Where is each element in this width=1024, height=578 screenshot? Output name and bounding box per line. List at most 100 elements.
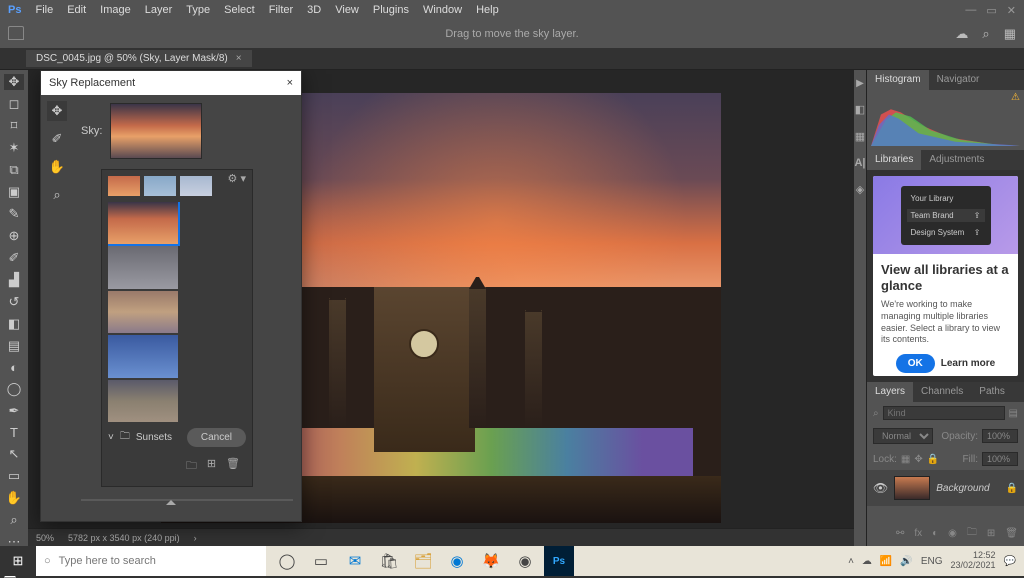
- eraser-tool[interactable]: ◧: [4, 316, 24, 332]
- frame-tool[interactable]: ▣: [4, 184, 24, 200]
- chevron-down-icon[interactable]: ˅: [108, 432, 114, 443]
- mask-icon[interactable]: ◐: [932, 528, 938, 539]
- cortana-icon[interactable]: ◯: [272, 546, 302, 576]
- zoom-level[interactable]: 50%: [36, 533, 54, 543]
- group-icon[interactable]: 🗀: [967, 525, 977, 542]
- sky-thumb-selected[interactable]: [108, 202, 178, 244]
- crop-tool[interactable]: ⧉: [4, 162, 24, 178]
- menu-edit[interactable]: Edit: [67, 4, 86, 16]
- trash-icon[interactable]: 🗑: [1005, 528, 1018, 539]
- dialog-close-icon[interactable]: ×: [287, 77, 293, 89]
- warning-icon[interactable]: ⚠: [1011, 92, 1020, 103]
- chrome-icon[interactable]: ◉: [510, 546, 540, 576]
- learn-more-link[interactable]: Learn more: [941, 358, 995, 369]
- workspace-icon[interactable]: ▦: [1004, 26, 1016, 42]
- folder-label[interactable]: Sunsets: [136, 432, 172, 443]
- lasso-tool[interactable]: ⌑: [4, 118, 24, 134]
- ok-button[interactable]: OK: [896, 354, 935, 373]
- zoom-tool[interactable]: ⌕: [4, 512, 24, 528]
- search-icon[interactable]: ⌕: [982, 26, 989, 42]
- taskbar-clock[interactable]: 12:52 23/02/2021: [951, 551, 996, 571]
- blur-tool[interactable]: ◐: [4, 360, 24, 375]
- tab-paths[interactable]: Paths: [971, 382, 1013, 402]
- blend-mode-select[interactable]: Normal: [873, 428, 933, 444]
- sky-thumb[interactable]: [108, 291, 178, 333]
- link-icon[interactable]: ⚯: [896, 528, 904, 539]
- color-panel-icon[interactable]: ◧: [855, 103, 865, 116]
- sky-preset-thumb[interactable]: [180, 176, 212, 196]
- menu-file[interactable]: File: [35, 4, 53, 16]
- move-tool[interactable]: ✥: [4, 74, 24, 90]
- path-tool[interactable]: ↖: [4, 446, 24, 462]
- new-folder-icon[interactable]: 🗀: [186, 457, 197, 476]
- window-restore-icon[interactable]: ▭: [986, 4, 996, 17]
- tab-channels[interactable]: Channels: [913, 382, 971, 402]
- gradient-tool[interactable]: ▤: [4, 338, 24, 354]
- dodge-tool[interactable]: ◯: [4, 381, 24, 397]
- type-tool[interactable]: T: [4, 425, 24, 440]
- volume-icon[interactable]: 🔊: [900, 556, 912, 567]
- stamp-tool[interactable]: ▟: [4, 272, 24, 288]
- sky-preview-thumb[interactable]: [110, 103, 202, 159]
- tab-libraries[interactable]: Libraries: [867, 150, 921, 170]
- menu-window[interactable]: Window: [423, 4, 462, 16]
- onedrive-icon[interactable]: ☁: [862, 556, 872, 567]
- fill-input[interactable]: [982, 452, 1018, 466]
- import-icon[interactable]: ⊞: [207, 457, 216, 476]
- tab-close-icon[interactable]: ×: [236, 53, 242, 64]
- hand-tool[interactable]: ✋: [4, 490, 24, 506]
- filter-icon[interactable]: ▤: [1009, 408, 1018, 419]
- slider[interactable]: [81, 499, 293, 501]
- adjustment-icon[interactable]: ◉: [948, 528, 957, 539]
- lock-pixels-icon[interactable]: ▦: [901, 454, 910, 465]
- sky-thumb[interactable]: [108, 246, 178, 288]
- marquee-tool[interactable]: ◻: [4, 96, 24, 112]
- menu-help[interactable]: Help: [476, 4, 499, 16]
- menu-layer[interactable]: Layer: [145, 4, 173, 16]
- sky-brush-tool[interactable]: ✐: [47, 129, 67, 149]
- sky-thumb[interactable]: [108, 380, 178, 422]
- sky-preset-thumb[interactable]: [144, 176, 176, 196]
- gear-icon[interactable]: ⚙ ▾: [228, 172, 246, 185]
- edge-icon[interactable]: ◉: [442, 546, 472, 576]
- healing-tool[interactable]: ⊕: [4, 228, 24, 244]
- photoshop-icon[interactable]: Ps: [544, 546, 574, 576]
- window-minimize-icon[interactable]: —: [965, 4, 976, 17]
- menu-filter[interactable]: Filter: [269, 4, 293, 16]
- sky-preset-thumb[interactable]: [108, 176, 140, 196]
- menu-image[interactable]: Image: [100, 4, 131, 16]
- home-icon[interactable]: [8, 26, 24, 40]
- mail-icon[interactable]: ✉: [340, 546, 370, 576]
- type-panel-icon[interactable]: A|: [854, 157, 865, 169]
- document-tab[interactable]: DSC_0045.jpg @ 50% (Sky, Layer Mask/8) ×: [26, 50, 252, 67]
- tab-histogram[interactable]: Histogram: [867, 70, 929, 90]
- wifi-icon[interactable]: 📶: [880, 556, 892, 567]
- taskbar-search[interactable]: ○ Type here to search: [36, 546, 266, 576]
- lang-indicator[interactable]: ENG: [921, 556, 943, 567]
- shape-tool[interactable]: ▭: [4, 468, 24, 484]
- task-view-icon[interactable]: ▭: [306, 546, 336, 576]
- lock-position-icon[interactable]: ✥: [914, 454, 922, 465]
- canvas[interactable]: Sky Replacement × ✥ ✐ ✋ ⌕ Sky: ⚙ ▾: [28, 70, 854, 546]
- lock-all-icon[interactable]: 🔒: [927, 454, 939, 465]
- store-icon[interactable]: 🛍: [374, 546, 404, 576]
- kind-filter[interactable]: [883, 406, 1005, 420]
- firefox-icon[interactable]: 🦊: [476, 546, 506, 576]
- explorer-icon[interactable]: 🗂: [408, 546, 438, 576]
- status-arrow-icon[interactable]: ›: [194, 533, 197, 543]
- new-layer-icon[interactable]: ⊞: [987, 528, 995, 539]
- sky-thumb[interactable]: [108, 335, 178, 377]
- visibility-icon[interactable]: 👁: [873, 481, 888, 495]
- eyedropper-tool[interactable]: ✎: [4, 206, 24, 222]
- fx-icon[interactable]: fx: [914, 528, 922, 539]
- opacity-input[interactable]: [982, 429, 1018, 443]
- sky-hand-tool[interactable]: ✋: [47, 157, 67, 177]
- expand-icon[interactable]: ▶: [856, 78, 864, 89]
- start-button[interactable]: ⊞: [0, 546, 36, 576]
- trash-icon[interactable]: 🗑: [226, 457, 240, 476]
- tab-layers[interactable]: Layers: [867, 382, 913, 402]
- pen-tool[interactable]: ✒: [4, 403, 24, 419]
- cancel-button[interactable]: Cancel: [187, 428, 246, 447]
- menu-type[interactable]: Type: [186, 4, 210, 16]
- menu-3d[interactable]: 3D: [307, 4, 321, 16]
